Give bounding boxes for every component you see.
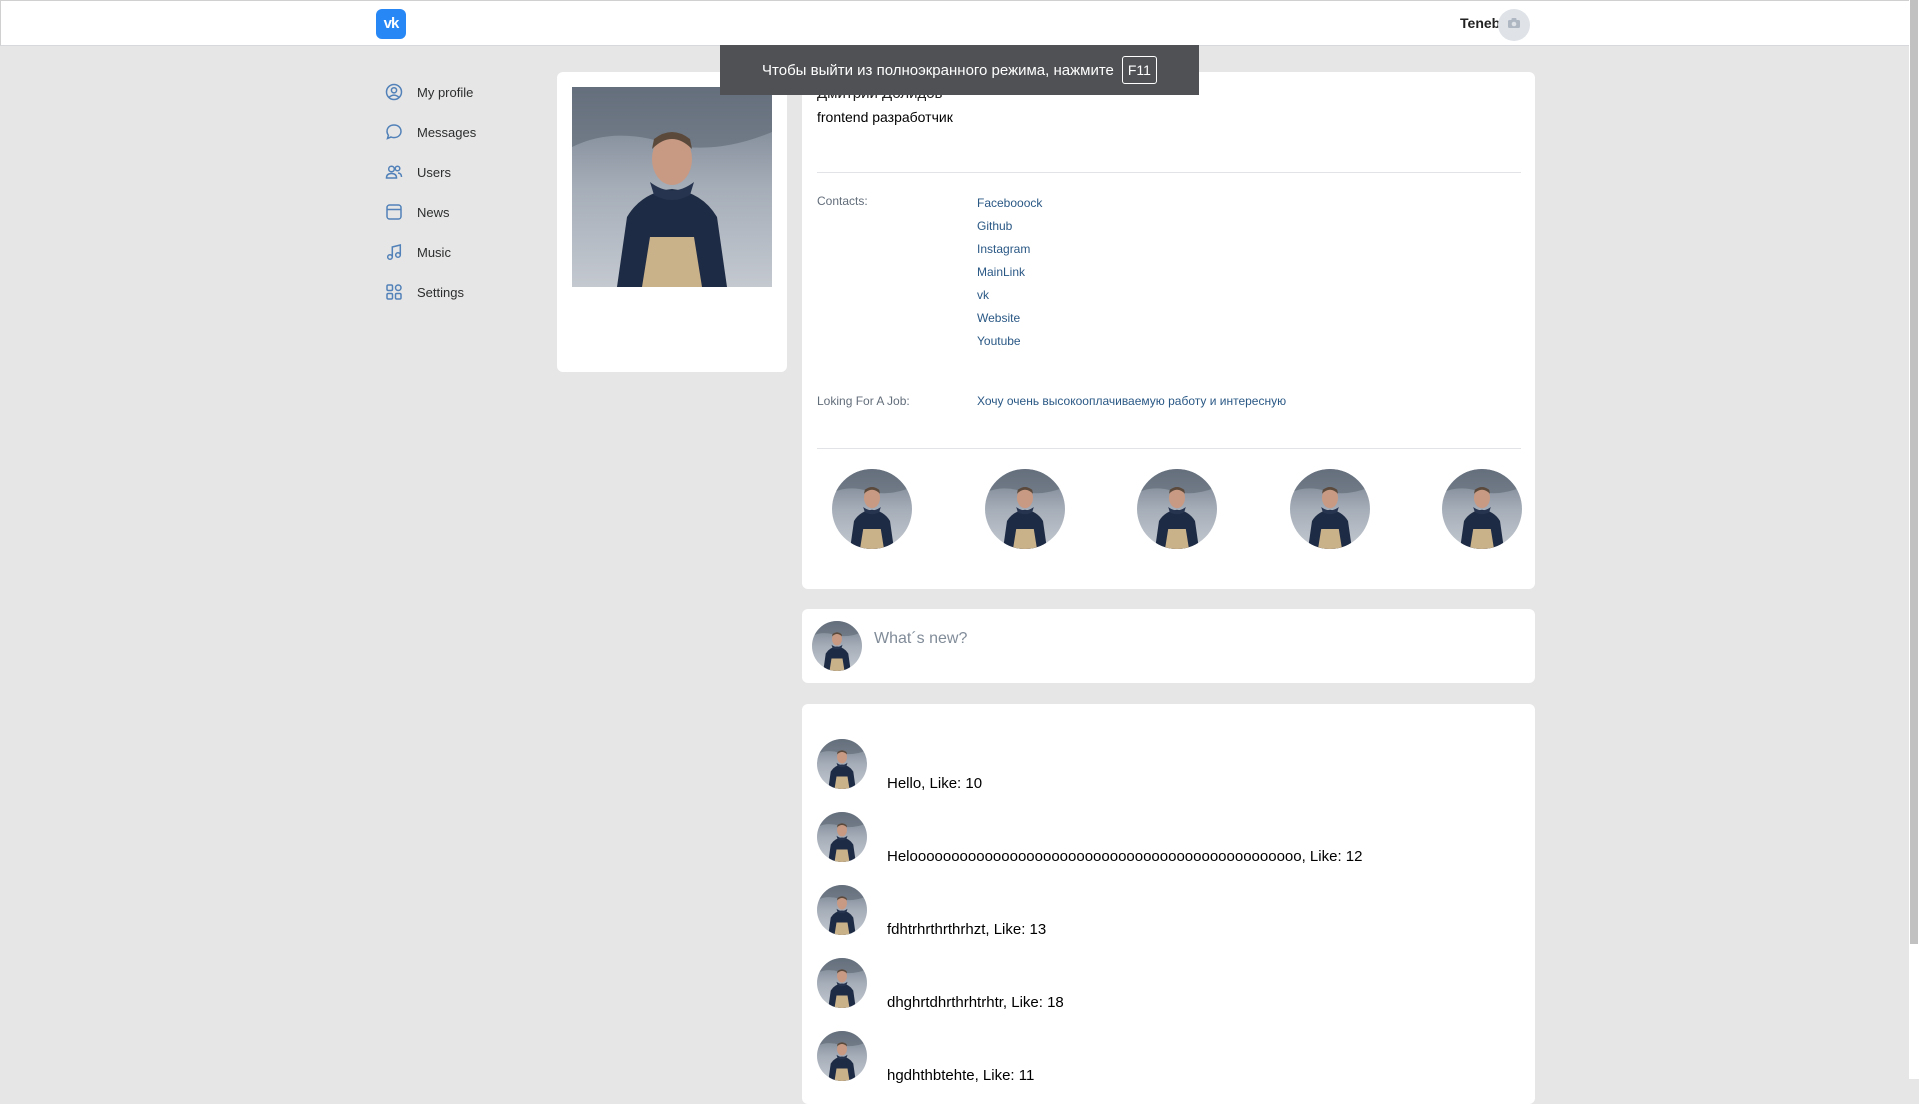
profile-photo[interactable] (572, 87, 772, 287)
vk-logo[interactable]: vk (376, 9, 406, 39)
avatar (817, 812, 867, 862)
sidebar-item-messages[interactable]: Messages (385, 112, 545, 152)
divider (817, 448, 1521, 449)
sidebar-item-label: Settings (417, 284, 464, 300)
user-circle-icon (385, 83, 403, 101)
post-item: Helooooooooooooooooooooooooooooooooooooo… (817, 812, 1517, 872)
sidebar-item-label: News (417, 204, 450, 220)
users-icon (385, 163, 403, 181)
contacts-label: Contacts: (817, 194, 868, 208)
post-text: dhghrtdhrthrhtrhtr, Like: 18 (887, 994, 1064, 1011)
job-description: Хочу очень высокооплачиваемую работу и и… (977, 394, 1287, 408)
contact-link-vk[interactable]: vk (977, 284, 1042, 307)
post-item: fdhtrhrthrthrhzt, Like: 13 (817, 885, 1517, 945)
new-post-card (802, 609, 1535, 683)
avatar (817, 1031, 867, 1081)
toast-key: F11 (1121, 56, 1157, 84)
sidebar-item-music[interactable]: Music (385, 232, 545, 272)
contact-link-youtube[interactable]: Youtube (977, 330, 1042, 353)
sidebar-item-label: My profile (417, 84, 474, 100)
friend-avatar[interactable] (832, 469, 912, 549)
scrollbar-thumb[interactable] (1910, 0, 1918, 944)
post-text: Hello, Like: 10 (887, 775, 983, 792)
divider (817, 172, 1521, 173)
sidebar-item-settings[interactable]: Settings (385, 272, 545, 312)
post-text: Helooooooooooooooooooooooooooooooooooooo… (887, 848, 1363, 865)
friend-avatar[interactable] (1137, 469, 1217, 549)
post-text: fdhtrhrthrthrhzt, Like: 13 (887, 921, 1047, 938)
sidebar: My profile Messages Users News Music Set… (385, 72, 545, 312)
avatar (817, 958, 867, 1008)
contact-link-mainlink[interactable]: MainLink (977, 261, 1042, 284)
profile-info-card: Дмитрий Долидов frontend разработчик Con… (802, 72, 1535, 589)
sidebar-item-users[interactable]: Users (385, 152, 545, 192)
profile-status[interactable]: frontend разработчик (817, 109, 953, 125)
sidebar-item-news[interactable]: News (385, 192, 545, 232)
newspaper-icon (385, 203, 403, 221)
post-item: hgdhthbtehte, Like: 11 (817, 1031, 1517, 1091)
top-header: vk Tenebran (0, 0, 1909, 46)
friend-avatar[interactable] (985, 469, 1065, 549)
friend-avatar[interactable] (1442, 469, 1522, 549)
avatar (812, 621, 862, 671)
friends-row (832, 469, 1522, 549)
chat-bubble-icon (385, 123, 403, 141)
grid-icon (385, 283, 403, 301)
new-post-input[interactable] (872, 625, 1516, 653)
sidebar-item-label: Users (417, 164, 451, 180)
posts-card: Hello, Like: 10 Helooooooooooooooooooooo… (802, 704, 1535, 1104)
contact-link-website[interactable]: Website (977, 307, 1042, 330)
header-avatar[interactable] (1498, 9, 1530, 41)
avatar (817, 739, 867, 789)
job-label: Loking For A Job: (817, 394, 910, 408)
contact-link-facebook[interactable]: Facebooock (977, 192, 1042, 215)
fullscreen-toast: Чтобы выйти из полноэкранного режима, на… (720, 45, 1199, 95)
contact-link-instagram[interactable]: Instagram (977, 238, 1042, 261)
toast-text: Чтобы выйти из полноэкранного режима, на… (762, 61, 1114, 79)
sidebar-item-label: Messages (417, 124, 477, 140)
post-item: dhghrtdhrthrhtrhtr, Like: 18 (817, 958, 1517, 1018)
post-item: Hello, Like: 10 (817, 739, 1517, 799)
contact-link-github[interactable]: Github (977, 215, 1042, 238)
avatar (817, 885, 867, 935)
post-text: hgdhthbtehte, Like: 11 (887, 1067, 1035, 1084)
contacts-list: Facebooock Github Instagram MainLink vk … (977, 192, 1042, 353)
music-note-icon (385, 243, 403, 261)
sidebar-item-label: Music (417, 244, 451, 260)
friend-avatar[interactable] (1290, 469, 1370, 549)
camera-icon (1507, 16, 1521, 34)
profile-photo-card (557, 72, 787, 372)
sidebar-item-my-profile[interactable]: My profile (385, 72, 545, 112)
